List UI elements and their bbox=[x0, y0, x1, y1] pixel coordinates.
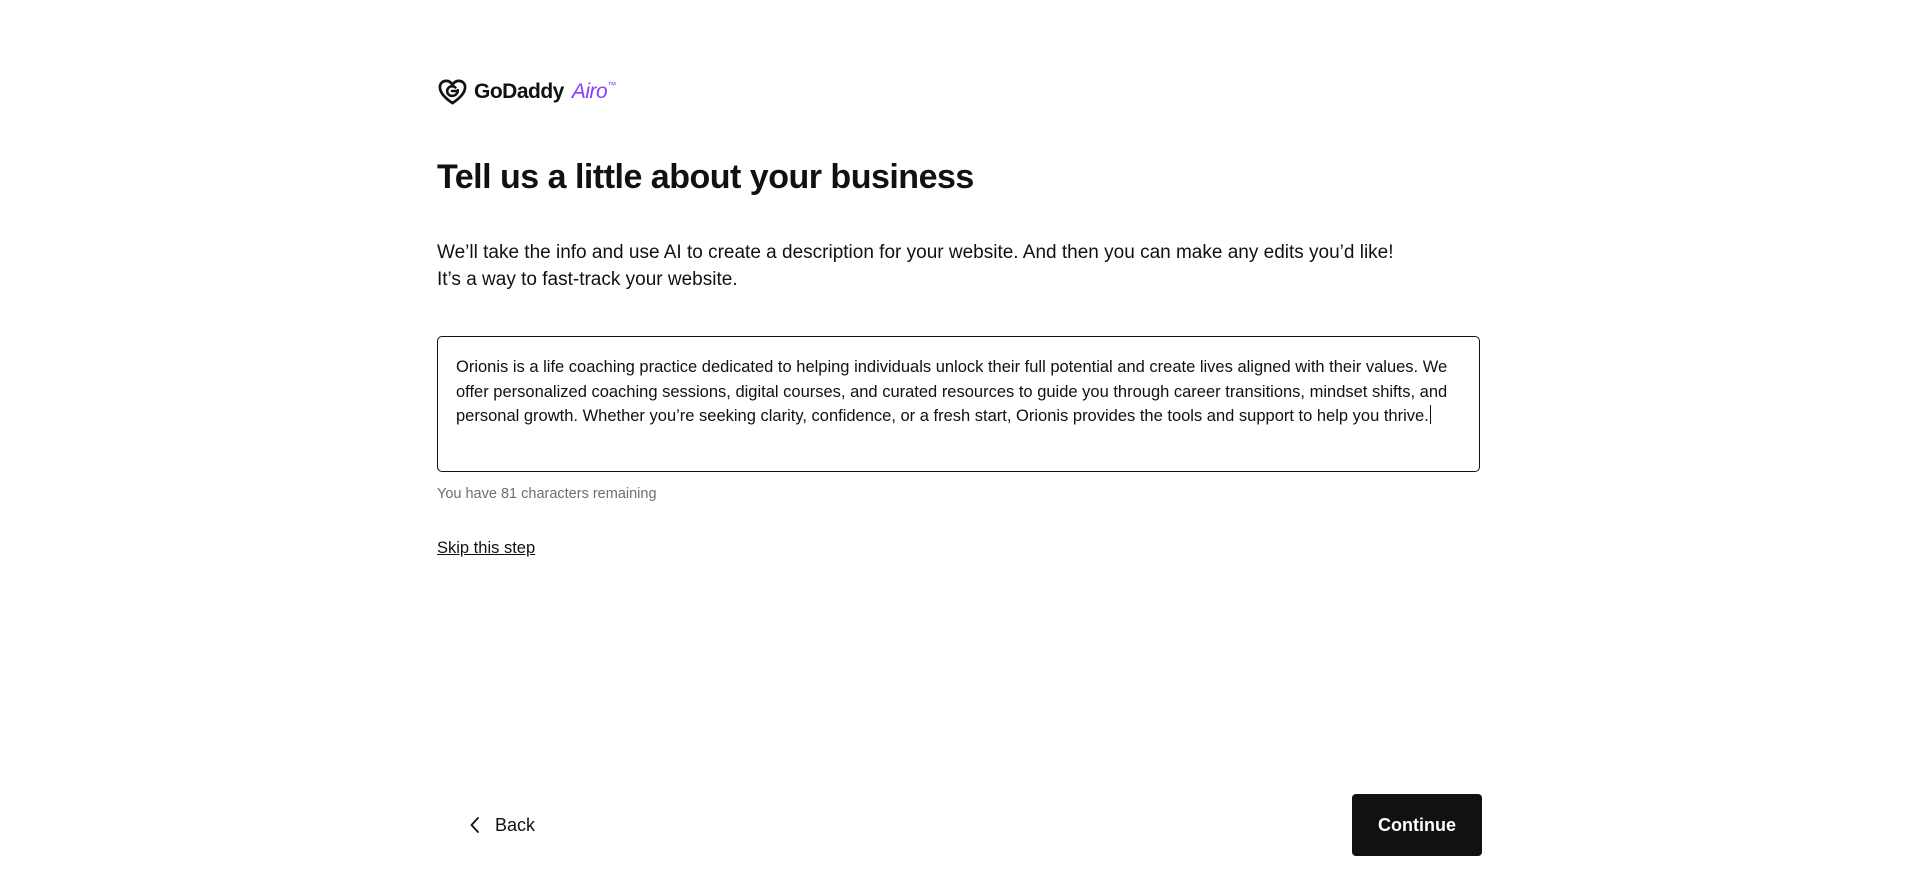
business-description-value: Orionis is a life coaching practice dedi… bbox=[456, 358, 1448, 425]
text-caret bbox=[1429, 405, 1432, 424]
skip-step-link[interactable]: Skip this step bbox=[437, 539, 535, 558]
back-button-label: Back bbox=[495, 814, 536, 835]
business-description-field[interactable]: Orionis is a life coaching practice dedi… bbox=[437, 336, 1480, 472]
page-intro: We’ll take the info and use AI to create… bbox=[437, 239, 1487, 293]
logo-wordmark: GoDaddy bbox=[474, 80, 564, 103]
characters-remaining-hint: You have 81 characters remaining bbox=[437, 486, 657, 502]
back-button[interactable]: Back bbox=[463, 810, 541, 840]
business-description-text[interactable]: Orionis is a life coaching practice dedi… bbox=[456, 355, 1461, 429]
intro-line-1: We’ll take the info and use AI to create… bbox=[437, 242, 1394, 263]
intro-line-2: It’s a way to fast-track your website. bbox=[437, 269, 738, 290]
logo-product-name: Airo™ bbox=[572, 80, 616, 104]
logo-product-label: Airo bbox=[571, 80, 608, 103]
godaddy-airo-logo[interactable]: GoDaddy Airo™ bbox=[437, 76, 616, 108]
continue-button[interactable]: Continue bbox=[1352, 794, 1482, 856]
chevron-left-icon bbox=[470, 817, 479, 833]
page-title: Tell us a little about your business bbox=[437, 158, 974, 196]
logo-trademark: ™ bbox=[607, 80, 616, 90]
godaddy-g-heart-icon bbox=[438, 79, 467, 105]
page: GoDaddy Airo™ Tell us a little about you… bbox=[0, 0, 1910, 873]
